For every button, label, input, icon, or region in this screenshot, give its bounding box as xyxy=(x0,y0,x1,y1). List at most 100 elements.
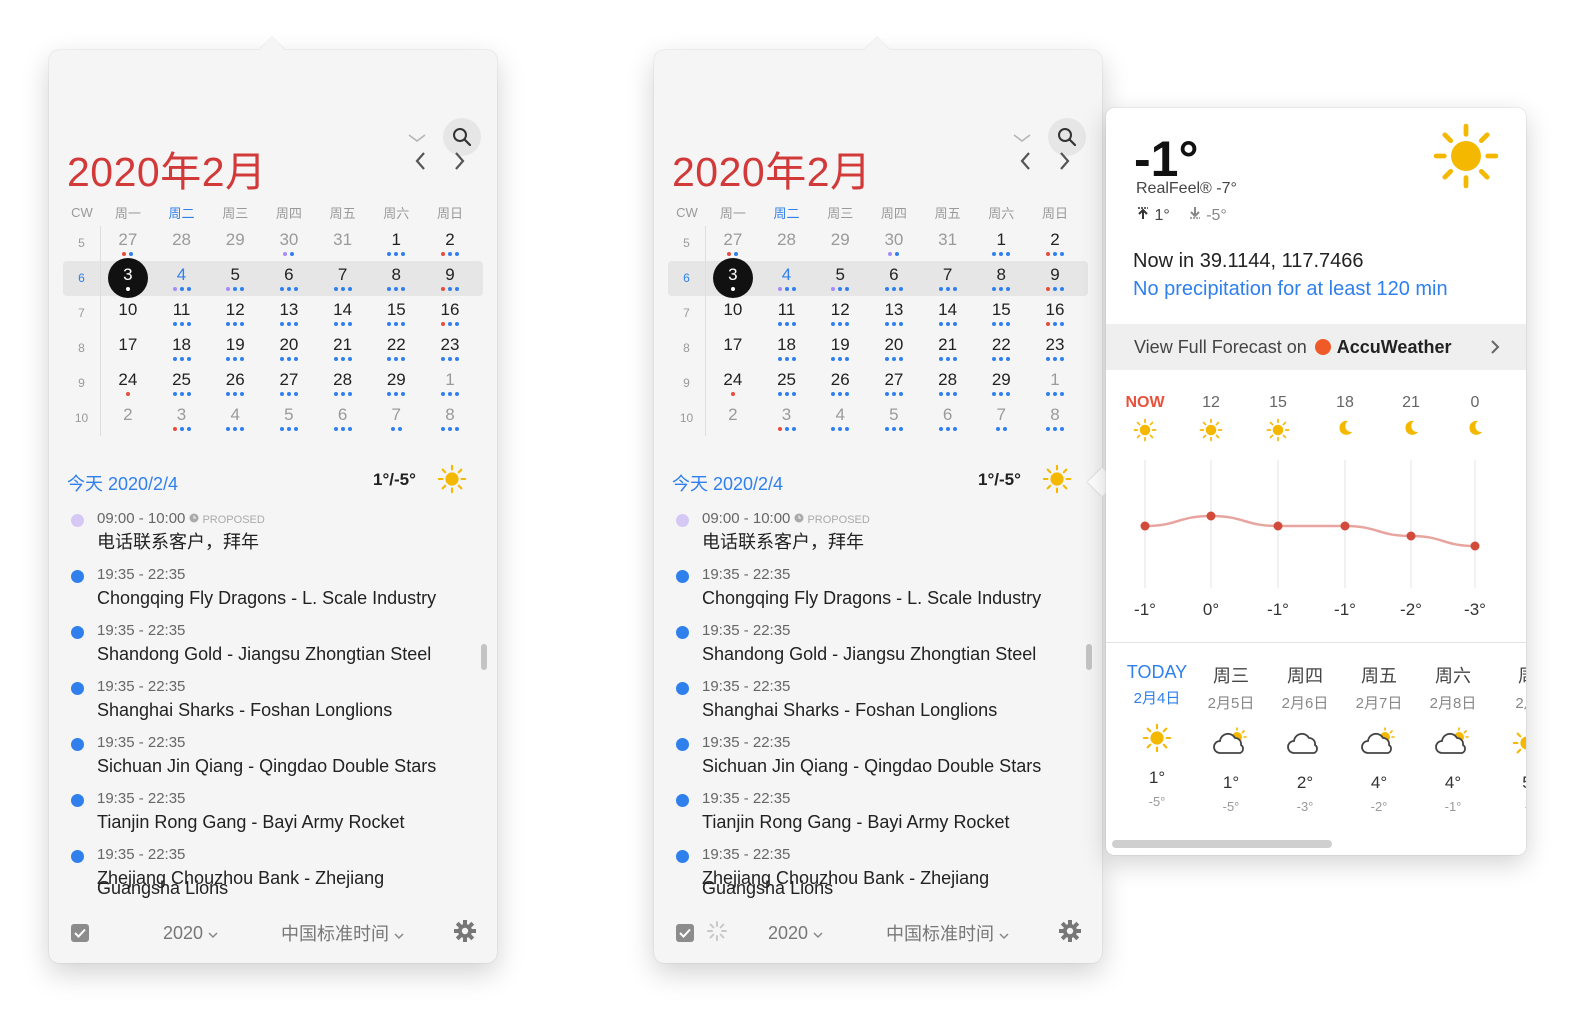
day-cell[interactable]: 15 xyxy=(974,296,1028,331)
day-cell[interactable]: 2 xyxy=(1028,226,1082,261)
day-cell[interactable]: 29 xyxy=(974,366,1028,401)
day-cell[interactable]: 12 xyxy=(208,296,262,331)
today-date-label[interactable]: 今天 2020/2/4 xyxy=(67,470,178,496)
event-item[interactable]: Guangsha Lions xyxy=(672,876,1082,904)
day-cell[interactable]: 25 xyxy=(760,366,814,401)
day-cell[interactable]: 28 xyxy=(760,226,814,261)
event-item[interactable]: 09:00 - 10:00 PROPOSED 电话联系客户，拜年 xyxy=(672,508,1082,564)
day-cell[interactable]: 1 xyxy=(369,226,423,261)
day-cell[interactable]: 25 xyxy=(155,366,209,401)
day-cell[interactable]: 6 xyxy=(867,261,921,296)
collapse-chevron-icon[interactable] xyxy=(407,132,427,144)
settings-gear-button[interactable] xyxy=(453,919,477,948)
day-cell[interactable]: 2 xyxy=(423,226,477,261)
prev-month-button[interactable] xyxy=(409,148,431,174)
day-cell-today[interactable]: 3 xyxy=(101,258,155,298)
day-cell[interactable]: 7 xyxy=(316,261,370,296)
day-cell[interactable]: 4 xyxy=(813,401,867,436)
day-cell[interactable]: 29 xyxy=(208,226,262,261)
day-cell[interactable]: 9 xyxy=(1028,261,1082,296)
event-item[interactable]: 19:35 - 22:35 Tianjin Rong Gang - Bayi Ar… xyxy=(67,788,477,844)
day-cell[interactable]: 27 xyxy=(101,226,155,261)
day-cell[interactable]: 6 xyxy=(316,401,370,436)
day-cell[interactable]: 4 xyxy=(760,261,814,296)
day-cell[interactable]: 16 xyxy=(1028,296,1082,331)
precipitation-label[interactable]: No precipitation for at least 120 min xyxy=(1133,278,1448,301)
day-cell[interactable]: 17 xyxy=(706,331,760,366)
day-cell[interactable]: 1 xyxy=(1028,366,1082,401)
day-cell-today[interactable]: 3 xyxy=(706,258,760,298)
day-cell[interactable]: 9 xyxy=(423,261,477,296)
sun-icon[interactable] xyxy=(1042,464,1072,499)
day-cell[interactable]: 5 xyxy=(208,261,262,296)
event-item[interactable]: Guangsha Lions xyxy=(67,876,477,904)
day-cell[interactable]: 8 xyxy=(1028,401,1082,436)
day-cell[interactable]: 30 xyxy=(262,226,316,261)
day-cell[interactable]: 10 xyxy=(101,296,155,331)
day-cell[interactable]: 4 xyxy=(155,261,209,296)
event-item[interactable]: 19:35 - 22:35 Chongqing Fly Dragons - L. … xyxy=(67,564,477,620)
day-cell[interactable]: 16 xyxy=(423,296,477,331)
event-item[interactable]: 19:35 - 22:35 Shanghai Sharks - Foshan Lo… xyxy=(672,676,1082,732)
day-cell[interactable]: 13 xyxy=(262,296,316,331)
timezone-selector[interactable]: 中国标准时间 xyxy=(281,920,404,946)
day-cell[interactable]: 1 xyxy=(423,366,477,401)
view-full-forecast-button[interactable]: View Full Forecast on AccuWeather xyxy=(1106,324,1526,370)
day-cell[interactable]: 15 xyxy=(369,296,423,331)
day-cell[interactable]: 2 xyxy=(706,401,760,436)
day-cell[interactable]: 3 xyxy=(760,401,814,436)
day-cell[interactable]: 20 xyxy=(867,331,921,366)
day-cell[interactable]: 12 xyxy=(813,296,867,331)
day-cell[interactable]: 6 xyxy=(262,261,316,296)
prev-month-button[interactable] xyxy=(1014,148,1036,174)
day-cell[interactable]: 6 xyxy=(921,401,975,436)
event-list-scrollbar[interactable] xyxy=(1086,644,1092,670)
day-cell[interactable]: 28 xyxy=(921,366,975,401)
day-cell[interactable]: 7 xyxy=(974,401,1028,436)
year-selector[interactable]: 2020 xyxy=(768,923,823,944)
event-item[interactable]: 19:35 - 22:35 Chongqing Fly Dragons - L. … xyxy=(672,564,1082,620)
event-item[interactable]: 19:35 - 22:35 Shanghai Sharks - Foshan Lo… xyxy=(67,676,477,732)
daily-forecast[interactable]: TODAY 2月4日 1° -5° 周三 2月5日 1° -5° 周四 2月6日 2° -3° 周五 2月… xyxy=(1120,662,1526,822)
day-cell[interactable]: 24 xyxy=(101,366,155,401)
day-cell[interactable]: 27 xyxy=(706,226,760,261)
collapse-chevron-icon[interactable] xyxy=(1012,132,1032,144)
day-cell[interactable]: 17 xyxy=(101,331,155,366)
year-selector[interactable]: 2020 xyxy=(163,923,218,944)
next-month-button[interactable] xyxy=(449,148,471,174)
settings-gear-button[interactable] xyxy=(1058,919,1082,948)
day-cell[interactable]: 23 xyxy=(423,331,477,366)
day-cell[interactable]: 11 xyxy=(155,296,209,331)
day-cell[interactable]: 30 xyxy=(867,226,921,261)
day-cell[interactable]: 13 xyxy=(867,296,921,331)
day-forecast[interactable]: 周六 2月8日 4° -1° xyxy=(1418,662,1488,814)
day-cell[interactable]: 4 xyxy=(208,401,262,436)
day-cell[interactable]: 27 xyxy=(867,366,921,401)
day-cell[interactable]: 3 xyxy=(155,401,209,436)
day-forecast[interactable]: TODAY 2月4日 1° -5° xyxy=(1122,662,1192,809)
timezone-selector[interactable]: 中国标准时间 xyxy=(886,920,1009,946)
event-item[interactable]: 19:35 - 22:35 Sichuan Jin Qiang - Qingdao… xyxy=(67,732,477,788)
today-date-label[interactable]: 今天 2020/2/4 xyxy=(672,470,783,496)
day-cell[interactable]: 18 xyxy=(155,331,209,366)
day-cell[interactable]: 31 xyxy=(921,226,975,261)
day-cell[interactable]: 27 xyxy=(262,366,316,401)
day-cell[interactable]: 22 xyxy=(974,331,1028,366)
day-cell[interactable]: 18 xyxy=(760,331,814,366)
day-cell[interactable]: 22 xyxy=(369,331,423,366)
day-forecast[interactable]: 周三 2月5日 1° -5° xyxy=(1196,662,1266,814)
day-forecast[interactable]: 周五 2月7日 4° -2° xyxy=(1344,662,1414,814)
event-item[interactable]: 19:35 - 22:35 Shandong Gold - Jiangsu Zho… xyxy=(672,620,1082,676)
day-cell[interactable]: 11 xyxy=(760,296,814,331)
next-month-button[interactable] xyxy=(1054,148,1076,174)
checkbox-toggle[interactable] xyxy=(71,924,89,942)
sun-icon[interactable] xyxy=(437,464,467,499)
day-cell[interactable]: 31 xyxy=(316,226,370,261)
day-cell[interactable]: 19 xyxy=(208,331,262,366)
day-cell[interactable]: 28 xyxy=(155,226,209,261)
day-cell[interactable]: 5 xyxy=(813,261,867,296)
day-cell[interactable]: 2 xyxy=(101,401,155,436)
day-cell[interactable]: 26 xyxy=(813,366,867,401)
day-cell[interactable]: 20 xyxy=(262,331,316,366)
day-cell[interactable]: 23 xyxy=(1028,331,1082,366)
